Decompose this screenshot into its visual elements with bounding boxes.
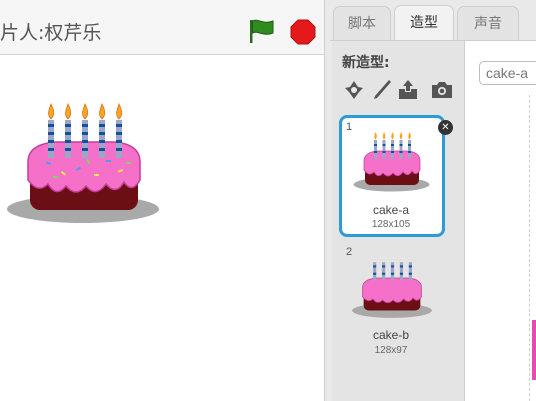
close-icon[interactable]: ✕ (438, 120, 453, 135)
costume-size: 128x105 (371, 219, 411, 230)
upload-icon[interactable] (396, 78, 420, 102)
costume-image-cake-a (353, 132, 430, 192)
paintbrush-icon[interactable] (370, 78, 394, 102)
cake-sprite (7, 102, 159, 223)
costume-name-input[interactable] (479, 61, 536, 85)
stage-header: 片人:权芹乐 (0, 0, 324, 55)
costume-number: 2 (346, 246, 353, 258)
paint-editor[interactable] (465, 41, 536, 401)
costume-name: cake-a (372, 203, 410, 217)
project-title: 片人:权芹乐 (0, 22, 102, 44)
tab-costumes[interactable]: 造型 (394, 5, 454, 42)
editor-canvas-preview (532, 320, 536, 380)
paint-sprite-icon[interactable] (342, 78, 366, 102)
green-flag-icon[interactable] (248, 17, 276, 45)
tab-sounds[interactable]: 声音 (457, 6, 519, 41)
tab-scripts[interactable]: 脚本 (333, 6, 391, 41)
stage-panel: 片人:权芹乐 (0, 0, 325, 401)
costume-size: 128x97 (374, 345, 408, 356)
new-costume-label: 新造型: (342, 55, 390, 71)
costume-image-cake-b (352, 262, 432, 318)
costume-name: cake-b (372, 328, 410, 342)
stop-icon[interactable] (290, 19, 316, 45)
camera-icon[interactable] (430, 78, 454, 102)
costume-number: 1 (346, 121, 353, 133)
